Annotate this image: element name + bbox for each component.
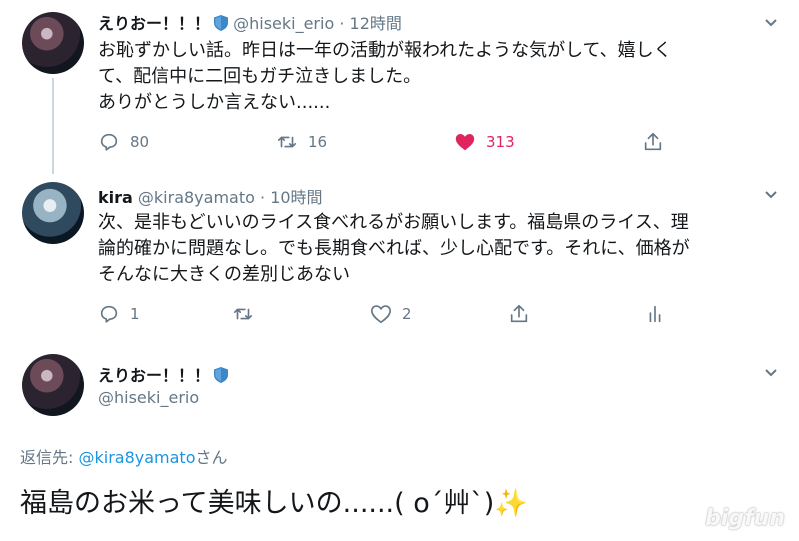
verified-badge-icon	[214, 367, 229, 383]
retweet-count: 16	[308, 133, 328, 151]
replying-handle-link[interactable]: @kira8yamato	[78, 448, 195, 467]
tweet-header: えりおー！！！	[98, 362, 229, 386]
tweet-text-line: 論的確かに問題なし。でも長期食べれば、少し心配です。それに、価格が	[98, 238, 690, 259]
heart-icon	[455, 134, 475, 151]
tweet-text-line: そんなに大きくの差別じあない	[98, 264, 350, 285]
tweet-1[interactable]: えりおー！！！ @hiseki_erio · 12時間 お恥ずかしい話。昨日は一…	[0, 0, 799, 174]
display-name[interactable]: えりおー！！！	[98, 366, 210, 385]
display-name[interactable]: kira	[98, 188, 133, 207]
share-button[interactable]	[508, 303, 530, 325]
avatar[interactable]	[22, 12, 84, 74]
separator-dot: ·	[260, 188, 266, 207]
tweet-header: kira @kira8yamato · 10時間	[98, 184, 323, 208]
share-button[interactable]	[642, 131, 664, 153]
share-icon	[510, 304, 528, 323]
like-count: 2	[402, 305, 412, 323]
separator-dot: ·	[339, 14, 345, 33]
handle[interactable]: @hiseki_erio	[233, 14, 334, 33]
like-count: 313	[486, 133, 515, 151]
reply-count: 80	[130, 133, 150, 151]
tweet-text-line: ありがとうしか言えない......	[98, 92, 331, 113]
reply-button[interactable]: 80	[98, 131, 149, 153]
heart-icon	[371, 305, 391, 324]
tweet-2[interactable]: kira @kira8yamato · 10時間 次、是非もどいいのライス食べれ…	[0, 172, 799, 340]
analytics-icon	[649, 305, 661, 323]
replying-suffix: さん	[195, 448, 228, 467]
avatar[interactable]	[22, 182, 84, 244]
share-icon	[644, 132, 662, 151]
chevron-down-icon[interactable]	[763, 364, 779, 380]
chevron-down-icon[interactable]	[763, 14, 779, 30]
verified-badge-icon	[214, 15, 229, 31]
handle[interactable]: @kira8yamato	[138, 188, 255, 207]
like-button[interactable]: 313	[454, 131, 515, 153]
reply-button[interactable]: 1	[98, 303, 140, 325]
reply-icon	[100, 133, 118, 151]
tweet-actions: 80 16 313	[98, 131, 698, 155]
retweet-button[interactable]: 16	[276, 131, 327, 153]
tweet-text-line: お恥ずかしい話。昨日は一年の活動が報われたような気がして、嬉しく	[98, 40, 672, 61]
avatar[interactable]	[22, 354, 84, 416]
display-name[interactable]: えりおー！！！	[98, 14, 210, 33]
timestamp[interactable]: 10時間	[270, 188, 322, 207]
reply-icon	[100, 305, 118, 323]
like-button[interactable]: 2	[370, 303, 412, 325]
retweet-icon	[277, 136, 297, 148]
tweet-text-line: て、配信中に二回もガチ泣きしました。	[98, 66, 422, 87]
retweet-icon	[233, 308, 253, 320]
tweet-handle-row: @hiseki_erio	[98, 388, 199, 407]
thread-line	[52, 78, 54, 174]
replying-to: 返信先: @kira8yamatoさん	[20, 444, 228, 468]
tweet-actions: 1 2	[98, 303, 698, 327]
watermark-logo: bigfun	[705, 506, 785, 531]
focused-tweet-text: 福島のお米って美味しいの......( o´艸`)✨	[20, 488, 528, 519]
tweet-text: お恥ずかしい話。昨日は一年の活動が報われたような気がして、嬉しく て、配信中に二…	[98, 38, 672, 116]
reply-count: 1	[130, 305, 140, 323]
chevron-down-icon[interactable]	[763, 186, 779, 202]
tweet-text: 次、是非もどいいのライス食べれるがお願いします。福島県のライス、理 論的確かに問…	[98, 210, 690, 288]
tweet-header: えりおー！！！ @hiseki_erio · 12時間	[98, 10, 402, 34]
analytics-button[interactable]	[644, 303, 666, 325]
handle[interactable]: @hiseki_erio	[98, 388, 199, 407]
replying-prefix: 返信先:	[20, 448, 79, 467]
timestamp[interactable]: 12時間	[350, 14, 402, 33]
tweet-text-line: 次、是非もどいいのライス食べれるがお願いします。福島県のライス、理	[98, 212, 689, 233]
retweet-button[interactable]	[232, 303, 254, 325]
